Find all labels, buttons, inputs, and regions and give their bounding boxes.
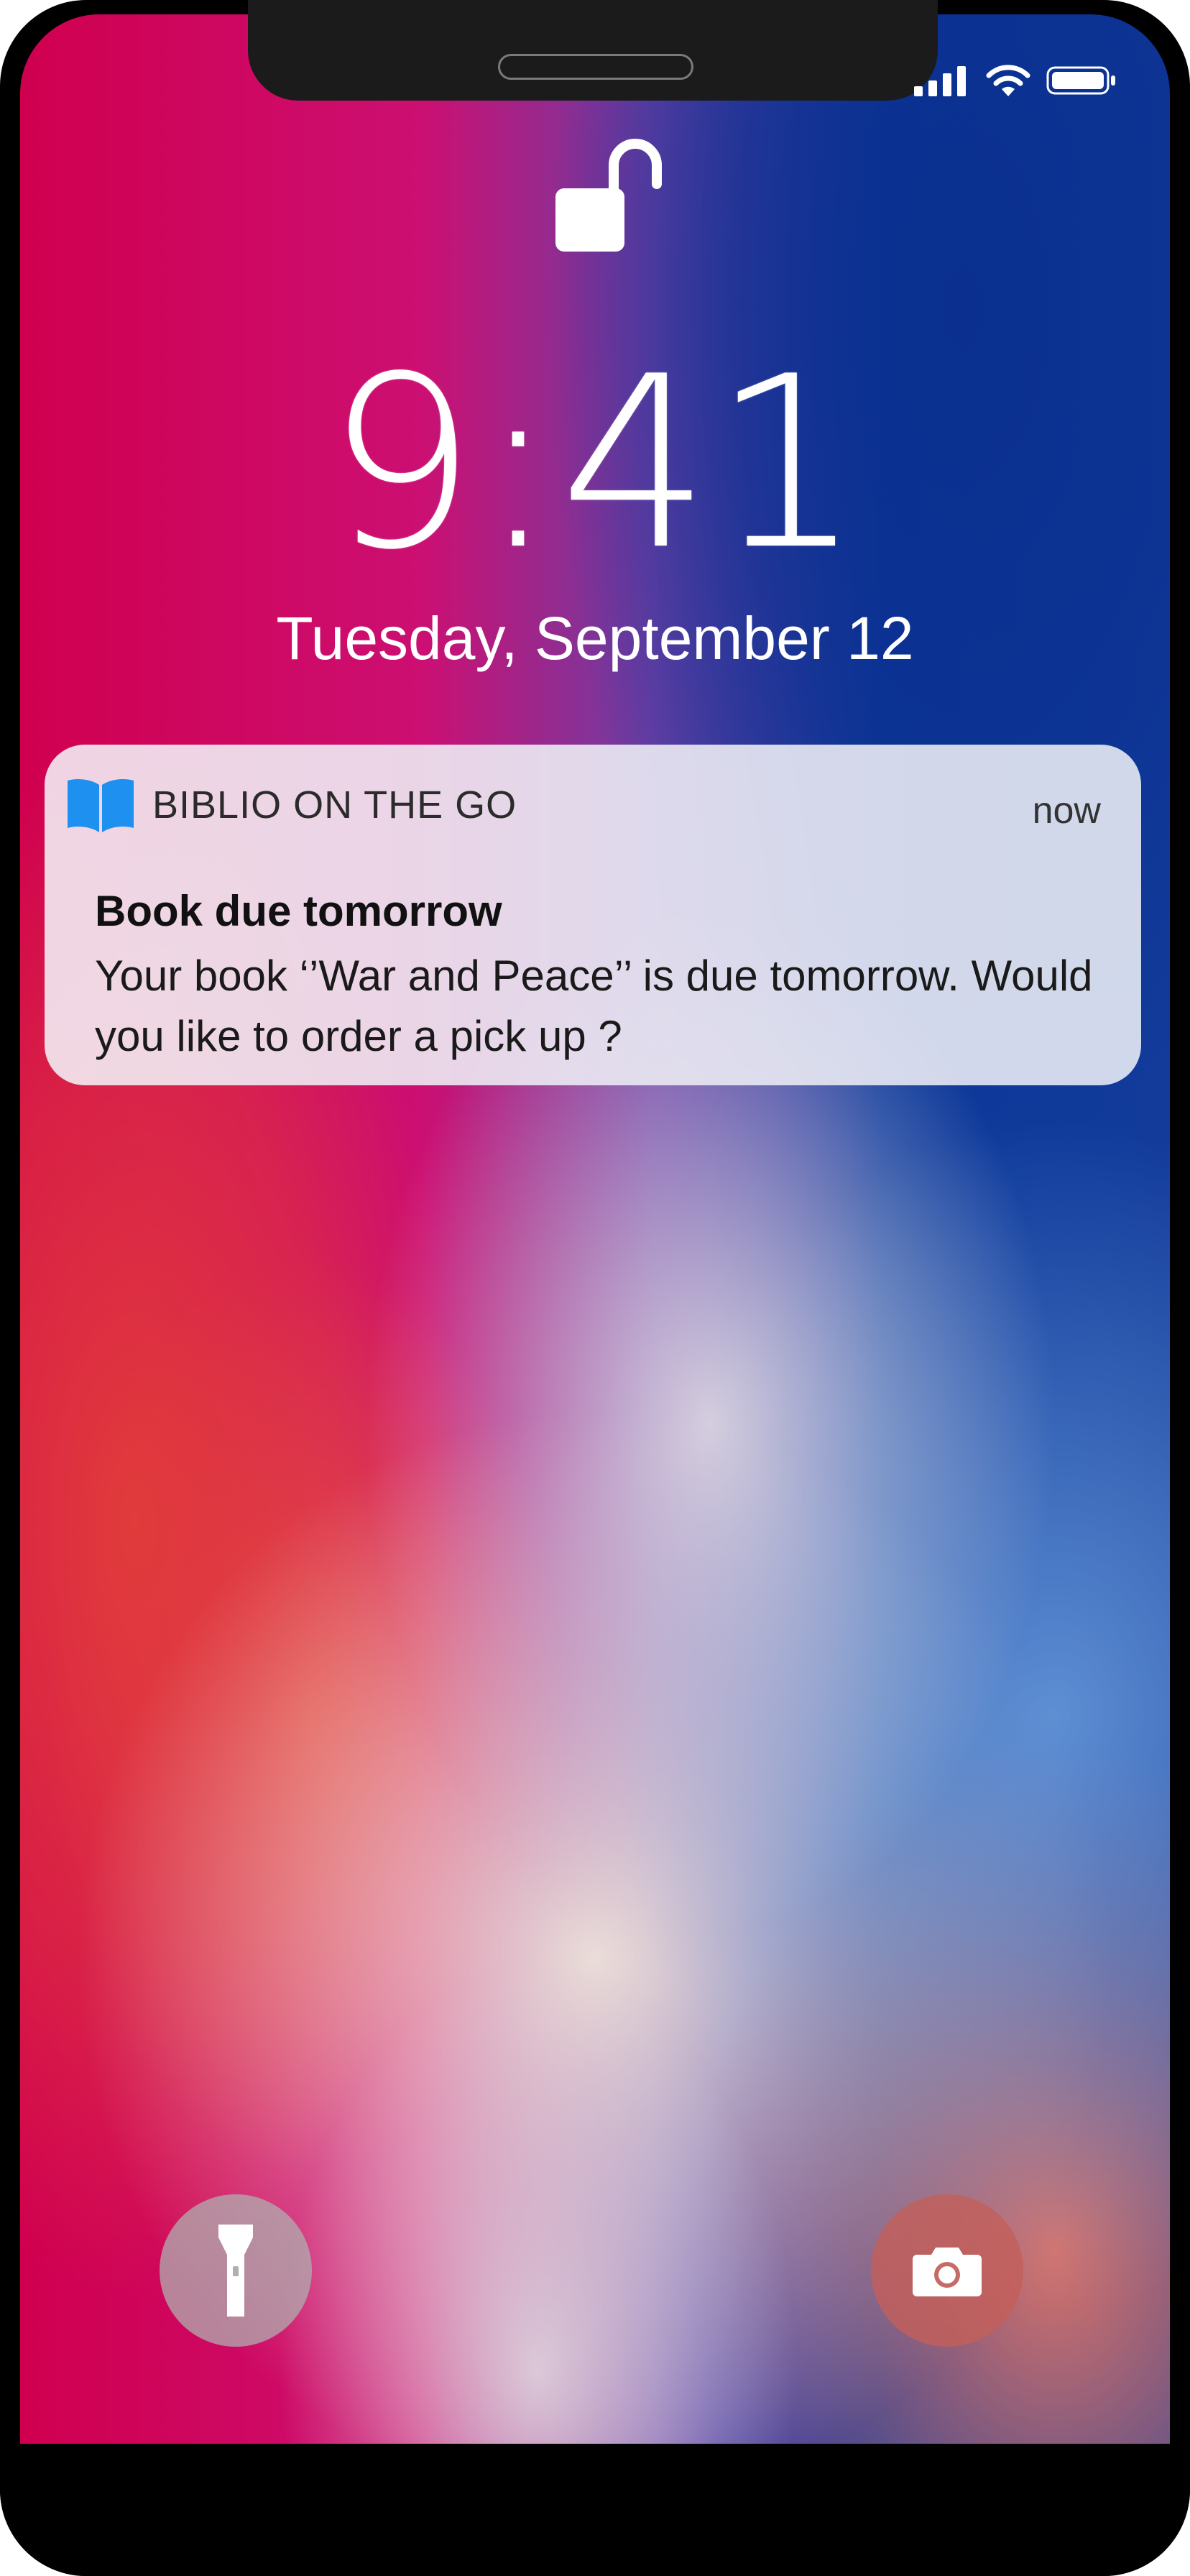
flashlight-icon <box>218 2225 253 2317</box>
notification-app-name: BIBLIO ON THE GO <box>152 783 517 827</box>
cellular-signal-icon <box>914 66 966 96</box>
notification-card[interactable]: BIBLIO ON THE GO now Book due tomorrow Y… <box>45 745 1141 1085</box>
camera-icon <box>913 2248 982 2296</box>
flashlight-button[interactable] <box>160 2194 312 2347</box>
notification-timestamp: now <box>1032 790 1101 832</box>
notch <box>248 0 938 101</box>
open-book-icon <box>68 779 134 832</box>
status-bar <box>913 59 1128 102</box>
lock-screen-time: 9:41 <box>326 326 864 602</box>
notification-title: Book due tomorrow <box>95 887 502 935</box>
unlocked-padlock-icon <box>555 139 662 252</box>
bottom-bezel <box>0 2444 1190 2576</box>
phone-frame: 9:41 Tuesday, September 12 BIBLIO ON THE… <box>0 0 1190 2576</box>
camera-button[interactable] <box>871 2194 1023 2347</box>
speaker-grille <box>498 54 693 80</box>
lock-screen-date: Tuesday, September 12 <box>276 604 914 672</box>
battery-icon <box>1046 66 1115 95</box>
notification-body: Your book ‘’War and Peace’’ is due tomor… <box>95 952 1093 1060</box>
wifi-icon <box>986 65 1030 96</box>
